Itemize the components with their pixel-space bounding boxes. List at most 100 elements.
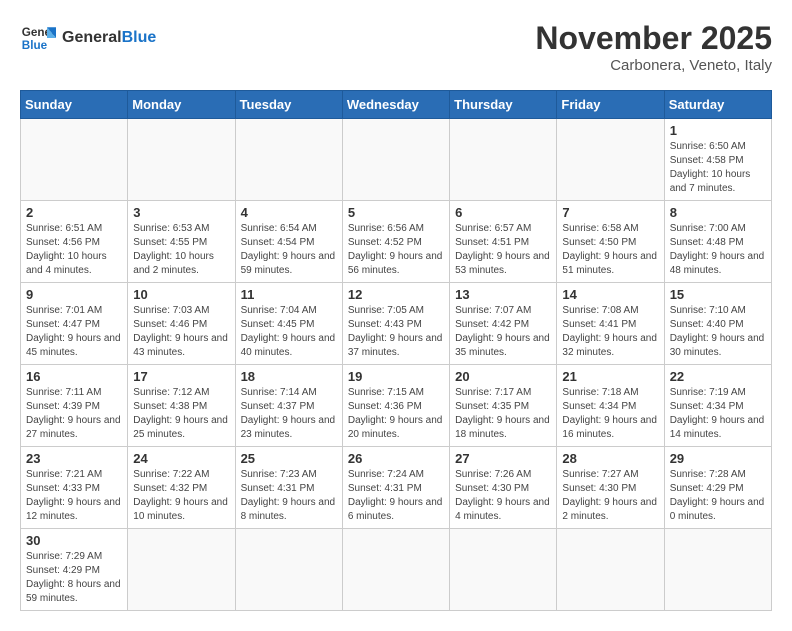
day-number: 30 bbox=[26, 533, 122, 548]
day-number: 24 bbox=[133, 451, 229, 466]
day-info: Sunrise: 7:17 AMSunset: 4:35 PMDaylight:… bbox=[455, 386, 551, 442]
day-info: Sunrise: 7:08 AMSunset: 4:41 PMDaylight:… bbox=[562, 304, 658, 360]
day-info: Sunrise: 7:14 AMSunset: 4:37 PMDaylight:… bbox=[241, 386, 337, 442]
calendar-cell: 12 Sunrise: 7:05 AMSunset: 4:43 PMDayligh… bbox=[342, 283, 449, 365]
svg-text:Blue: Blue bbox=[22, 39, 48, 52]
day-info: Sunrise: 6:54 AMSunset: 4:54 PMDaylight:… bbox=[241, 222, 337, 278]
logo-text: GeneralBlue bbox=[62, 29, 156, 47]
day-number: 17 bbox=[133, 369, 229, 384]
calendar-cell: 4Sunrise: 6:54 AMSunset: 4:54 PMDaylight… bbox=[235, 201, 342, 283]
day-info: Sunrise: 6:51 AMSunset: 4:56 PMDaylight:… bbox=[26, 222, 122, 278]
week-row-4: 16 Sunrise: 7:11 AMSunset: 4:39 PMDayligh… bbox=[21, 365, 772, 447]
calendar-cell bbox=[450, 529, 557, 611]
day-number: 22 bbox=[670, 369, 766, 384]
calendar-cell: 28Sunrise: 7:27 AMSunset: 4:30 PMDayligh… bbox=[557, 447, 664, 529]
calendar-cell: 11Sunrise: 7:04 AMSunset: 4:45 PMDayligh… bbox=[235, 283, 342, 365]
calendar-cell: 5Sunrise: 6:56 AMSunset: 4:52 PMDaylight… bbox=[342, 201, 449, 283]
week-row-1: 1 Sunrise: 6:50 AMSunset: 4:58 PMDaylight… bbox=[21, 119, 772, 201]
day-number: 27 bbox=[455, 451, 551, 466]
calendar-cell: 13Sunrise: 7:07 AMSunset: 4:42 PMDayligh… bbox=[450, 283, 557, 365]
calendar-cell bbox=[128, 119, 235, 201]
calendar-cell: 22 Sunrise: 7:19 AMSunset: 4:34 PMDayligh… bbox=[664, 365, 771, 447]
day-number: 3 bbox=[133, 205, 229, 220]
calendar-cell: 29 Sunrise: 7:28 AMSunset: 4:29 PMDayligh… bbox=[664, 447, 771, 529]
day-number: 6 bbox=[455, 205, 551, 220]
day-number: 28 bbox=[562, 451, 658, 466]
day-info: Sunrise: 7:21 AMSunset: 4:33 PMDaylight:… bbox=[26, 468, 122, 524]
day-info: Sunrise: 6:57 AMSunset: 4:51 PMDaylight:… bbox=[455, 222, 551, 278]
page-header: General Blue GeneralBlue November 2025 C… bbox=[20, 20, 772, 74]
title-block: November 2025 Carbonera, Veneto, Italy bbox=[535, 20, 772, 74]
day-number: 21 bbox=[562, 369, 658, 384]
day-number: 20 bbox=[455, 369, 551, 384]
day-header-saturday: Saturday bbox=[664, 91, 771, 119]
location: Carbonera, Veneto, Italy bbox=[535, 57, 772, 74]
day-info: Sunrise: 7:23 AMSunset: 4:31 PMDaylight:… bbox=[241, 468, 337, 524]
calendar-cell bbox=[235, 529, 342, 611]
calendar-cell: 2 Sunrise: 6:51 AMSunset: 4:56 PMDaylight… bbox=[21, 201, 128, 283]
calendar-cell: 7 Sunrise: 6:58 AMSunset: 4:50 PMDaylight… bbox=[557, 201, 664, 283]
day-header-wednesday: Wednesday bbox=[342, 91, 449, 119]
day-number: 23 bbox=[26, 451, 122, 466]
calendar-cell: 23 Sunrise: 7:21 AMSunset: 4:33 PMDayligh… bbox=[21, 447, 128, 529]
day-number: 25 bbox=[241, 451, 337, 466]
calendar-cell: 16 Sunrise: 7:11 AMSunset: 4:39 PMDayligh… bbox=[21, 365, 128, 447]
day-header-tuesday: Tuesday bbox=[235, 91, 342, 119]
calendar-cell: 10Sunrise: 7:03 AMSunset: 4:46 PMDayligh… bbox=[128, 283, 235, 365]
calendar-cell bbox=[664, 529, 771, 611]
day-info: Sunrise: 7:28 AMSunset: 4:29 PMDaylight:… bbox=[670, 468, 766, 524]
day-number: 29 bbox=[670, 451, 766, 466]
day-info: Sunrise: 6:58 AMSunset: 4:50 PMDaylight:… bbox=[562, 222, 658, 278]
calendar-cell: 20 Sunrise: 7:17 AMSunset: 4:35 PMDayligh… bbox=[450, 365, 557, 447]
day-header-sunday: Sunday bbox=[21, 91, 128, 119]
day-info: Sunrise: 7:22 AMSunset: 4:32 PMDaylight:… bbox=[133, 468, 229, 524]
calendar-cell: 19Sunrise: 7:15 AMSunset: 4:36 PMDayligh… bbox=[342, 365, 449, 447]
day-info: Sunrise: 7:07 AMSunset: 4:42 PMDaylight:… bbox=[455, 304, 551, 360]
day-info: Sunrise: 7:19 AMSunset: 4:34 PMDaylight:… bbox=[670, 386, 766, 442]
calendar-cell: 14 Sunrise: 7:08 AMSunset: 4:41 PMDayligh… bbox=[557, 283, 664, 365]
day-number: 14 bbox=[562, 287, 658, 302]
day-info: Sunrise: 7:24 AMSunset: 4:31 PMDaylight:… bbox=[348, 468, 444, 524]
day-number: 9 bbox=[26, 287, 122, 302]
day-number: 2 bbox=[26, 205, 122, 220]
calendar-cell: 17Sunrise: 7:12 AMSunset: 4:38 PMDayligh… bbox=[128, 365, 235, 447]
day-number: 12 bbox=[348, 287, 444, 302]
day-info: Sunrise: 7:04 AMSunset: 4:45 PMDaylight:… bbox=[241, 304, 337, 360]
calendar-cell: 30 Sunrise: 7:29 AMSunset: 4:29 PMDayligh… bbox=[21, 529, 128, 611]
day-number: 18 bbox=[241, 369, 337, 384]
calendar-cell bbox=[557, 119, 664, 201]
day-number: 15 bbox=[670, 287, 766, 302]
day-header-monday: Monday bbox=[128, 91, 235, 119]
day-info: Sunrise: 7:15 AMSunset: 4:36 PMDaylight:… bbox=[348, 386, 444, 442]
day-info: Sunrise: 6:50 AMSunset: 4:58 PMDaylight:… bbox=[670, 140, 766, 196]
calendar-cell: 21Sunrise: 7:18 AMSunset: 4:34 PMDayligh… bbox=[557, 365, 664, 447]
week-row-2: 2 Sunrise: 6:51 AMSunset: 4:56 PMDaylight… bbox=[21, 201, 772, 283]
week-row-5: 23 Sunrise: 7:21 AMSunset: 4:33 PMDayligh… bbox=[21, 447, 772, 529]
calendar-header-row: SundayMondayTuesdayWednesdayThursdayFrid… bbox=[21, 91, 772, 119]
logo-icon: General Blue bbox=[20, 20, 56, 56]
logo: General Blue GeneralBlue bbox=[20, 20, 156, 56]
calendar-cell bbox=[450, 119, 557, 201]
calendar-cell: 27 Sunrise: 7:26 AMSunset: 4:30 PMDayligh… bbox=[450, 447, 557, 529]
calendar-cell: 25 Sunrise: 7:23 AMSunset: 4:31 PMDayligh… bbox=[235, 447, 342, 529]
day-number: 10 bbox=[133, 287, 229, 302]
month-title: November 2025 bbox=[535, 20, 772, 57]
calendar-cell: 1 Sunrise: 6:50 AMSunset: 4:58 PMDaylight… bbox=[664, 119, 771, 201]
calendar-cell: 6 Sunrise: 6:57 AMSunset: 4:51 PMDaylight… bbox=[450, 201, 557, 283]
calendar-cell: 3Sunrise: 6:53 AMSunset: 4:55 PMDaylight… bbox=[128, 201, 235, 283]
day-number: 8 bbox=[670, 205, 766, 220]
day-info: Sunrise: 7:11 AMSunset: 4:39 PMDaylight:… bbox=[26, 386, 122, 442]
day-info: Sunrise: 7:05 AMSunset: 4:43 PMDaylight:… bbox=[348, 304, 444, 360]
day-header-thursday: Thursday bbox=[450, 91, 557, 119]
day-number: 1 bbox=[670, 123, 766, 138]
day-header-friday: Friday bbox=[557, 91, 664, 119]
calendar-cell bbox=[557, 529, 664, 611]
day-number: 7 bbox=[562, 205, 658, 220]
calendar-cell bbox=[128, 529, 235, 611]
day-info: Sunrise: 7:29 AMSunset: 4:29 PMDaylight:… bbox=[26, 550, 122, 606]
day-number: 16 bbox=[26, 369, 122, 384]
calendar-table: SundayMondayTuesdayWednesdayThursdayFrid… bbox=[20, 90, 772, 611]
day-info: Sunrise: 7:26 AMSunset: 4:30 PMDaylight:… bbox=[455, 468, 551, 524]
day-info: Sunrise: 7:01 AMSunset: 4:47 PMDaylight:… bbox=[26, 304, 122, 360]
day-number: 5 bbox=[348, 205, 444, 220]
